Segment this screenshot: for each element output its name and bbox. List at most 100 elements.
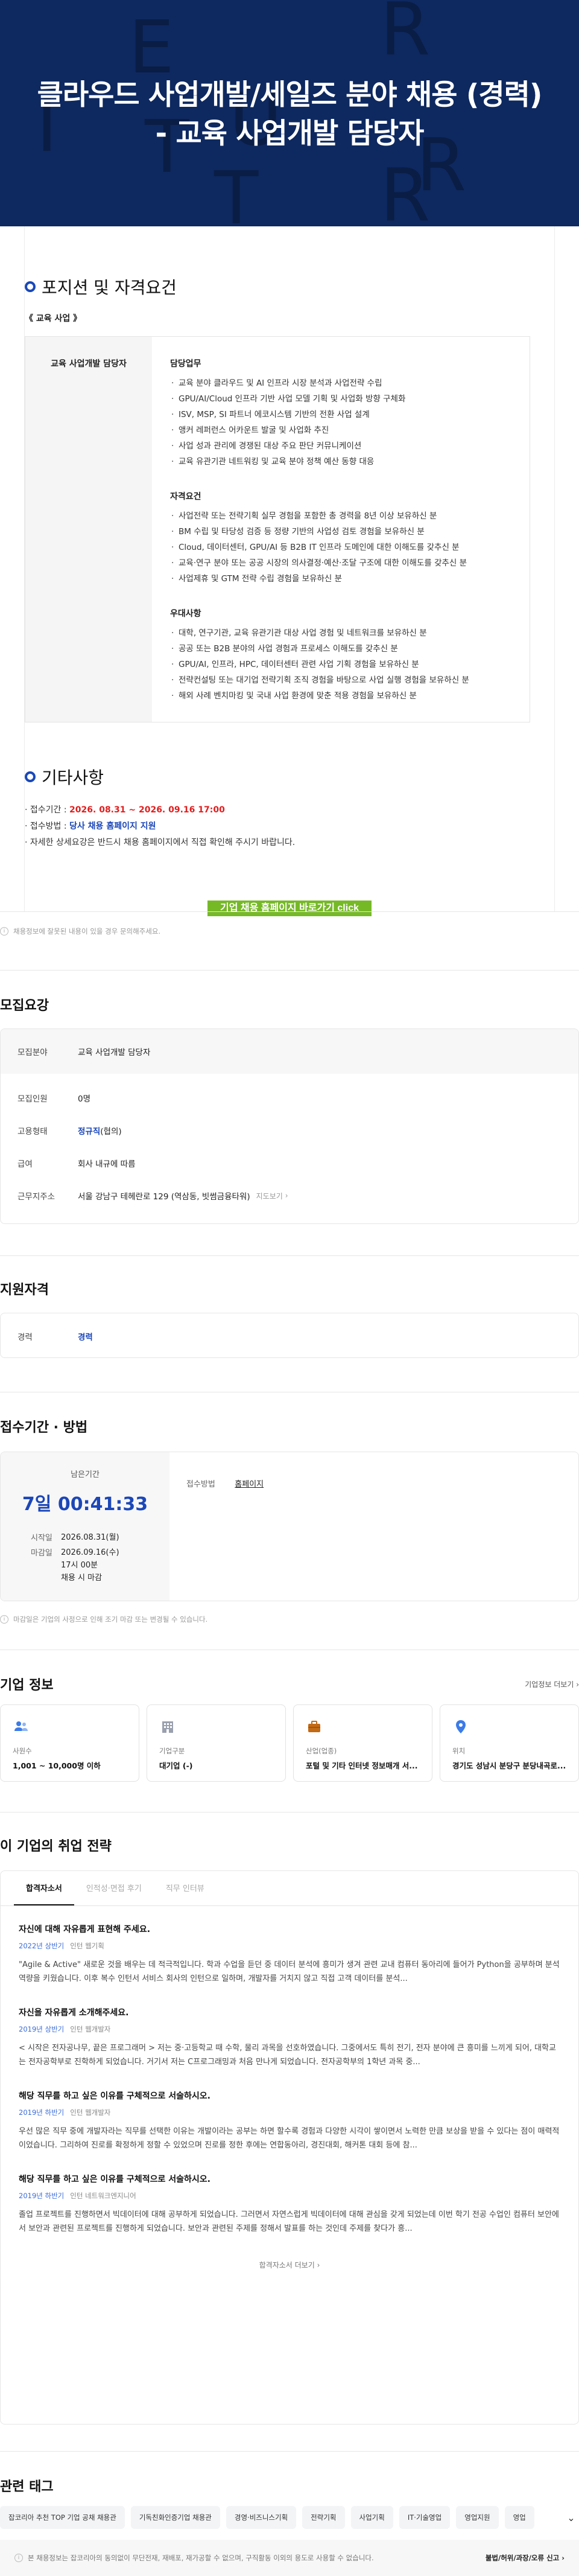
map-link[interactable]: 지도보기 <box>256 1191 283 1201</box>
position-group-label: 《 교육 사업 》 <box>25 314 82 324</box>
info-icon: i <box>0 927 8 936</box>
preferred-group: 우대사항 대학, 연구기관, 교육 유관기관 대상 사업 경험 및 네트워크를 … <box>170 607 511 704</box>
tab-interview[interactable]: 인적성·면접 후기 <box>74 1871 154 1905</box>
strategy-more-link[interactable]: 합격자소서 더보기 › <box>1 2260 578 2270</box>
start-date-row: 시작일 2026.08.31(월) <box>31 1533 119 1543</box>
bullet-ring-icon <box>25 281 36 292</box>
info-icon: i <box>0 1615 8 1624</box>
hero-letter: R <box>380 0 431 72</box>
report-notice: i 채용정보에 잘못된 내용이 있을 경우 문의해주세요. <box>0 912 579 954</box>
briefcase-icon <box>308 1721 320 1732</box>
qualification-group: 자격요건 사업전략 또는 전략기획 실무 경험을 포함한 총 경력을 8년 이상… <box>170 490 511 587</box>
method-value: 당사 채용 홈페이지 지원 <box>69 821 156 831</box>
tag[interactable]: 기독친화인증기업 채용관 <box>130 2506 220 2529</box>
list-item: GPU/AI, 인프라, HPC, 데이터센터 관련 사업 기획 경험을 보유하… <box>170 657 511 672</box>
group-title: 자격요건 <box>170 492 201 502</box>
recruit-title: 모집요강 <box>0 998 49 1013</box>
company-card: 산업(업종) 포털 및 기타 인터넷 정보매개 서... <box>293 1704 432 1782</box>
tags-title: 관련 태그 <box>0 2479 54 2495</box>
recruit-table: 모집분야 교육 사업개발 담당자 모집인원 0명 고용형태 정규직 (협의) 급여… <box>0 1028 579 1224</box>
company-card: 위치 경기도 성남시 분당구 분당내곡로... <box>440 1704 579 1782</box>
group-title: 담당업무 <box>170 359 201 369</box>
strategy-title: 이 기업의 취업 전략 <box>0 1839 112 1854</box>
recruit-row: 근무지주소 서울 강남구 테헤란로 129 (역삼동, 빗썸금융타워) 지도보기… <box>17 1191 288 1202</box>
list-item[interactable]: 해당 직무를 하고 싶은 이유를 구체적으로 서술하시오. 2019년 하반기 인… <box>1 2173 578 2236</box>
duty-group: 담당업무 교육 분야 클라우드 및 AI 인프라 시장 분석과 사업전략 수립 … <box>170 357 511 470</box>
report-link[interactable]: 불법/허위/과장/오류 신고 › <box>486 2553 565 2563</box>
deadline-title: 접수기간 · 방법 <box>0 1420 88 1435</box>
tag[interactable]: 영업지원 <box>456 2506 499 2529</box>
job-table: 교육 사업개발 담당자 담당업무 교육 분야 클라우드 및 AI 인프라 시장 … <box>25 336 530 722</box>
tag[interactable]: 전략기획 <box>302 2506 345 2529</box>
remain-countdown: 7일 00:41:33 <box>22 1494 148 1515</box>
period-line: · 접수기간 : 2026. 08.31 ~ 2026. 09.16 17:00 <box>25 805 225 815</box>
strategy-tabs: 합격자소서 인적성·면접 후기 직무 인터뷰 <box>1 1871 578 1906</box>
list-item: 해외 사례 벤치마킹 및 국내 사업 환경에 맞춘 적용 경험을 보유하신 분 <box>170 688 511 704</box>
role-details: 담당업무 교육 분야 클라우드 및 AI 인프라 시장 분석과 사업전략 수립 … <box>152 337 530 722</box>
list-item: 교육·연구 분야 또는 공공 시장의 의사결정·예산·조달 구조에 대한 이해도… <box>170 555 511 571</box>
apply-homepage-button[interactable]: 기업 채용 홈페이지 바로가기 click <box>207 901 372 916</box>
company-title: 기업 정보 <box>0 1678 54 1693</box>
company-more-link[interactable]: 기업정보 더보기 › <box>525 1679 579 1689</box>
company-card: 기업구분 대기업 (-) <box>147 1704 286 1782</box>
hero-letter: R <box>380 154 431 227</box>
strategy-box: 합격자소서 인적성·면접 후기 직무 인터뷰 자신에 대해 자유롭게 표현해 주… <box>0 1870 579 2425</box>
deadline-box: 남은기간 7일 00:41:33 시작일 2026.08.31(월) 마감일 2… <box>0 1452 579 1601</box>
copyright-notice: 본 채용정보는 잡코리아의 동의없이 무단전재, 재배포, 재가공할 수 없으며… <box>28 2554 374 2562</box>
hero-title-line2: - 교육 사업개발 담당자 <box>155 117 425 150</box>
list-item: Cloud, 데이터센터, GPU/AI 등 B2B IT 인프라 도메인에 대… <box>170 540 511 555</box>
method-line: · 접수방법 : 당사 채용 홈페이지 지원 <box>25 821 156 831</box>
hero-title: 클라우드 사업개발/세일즈 분야 채용 (경력) - 교육 사업개발 담당자 <box>0 76 579 153</box>
end-date-row: 마감일 2026.09.16(수) 17시 00분 채용 시 마감 <box>31 1548 119 1583</box>
hero-letter: T <box>214 157 259 227</box>
group-title: 우대사항 <box>170 609 201 619</box>
chevron-down-icon[interactable]: ⌄ <box>563 2512 579 2523</box>
detail-content: 포지션 및 자격요건 《 교육 사업 》 교육 사업개발 담당자 담당업무 교육… <box>24 226 555 916</box>
info-icon: i <box>14 2554 23 2562</box>
career-value: 경력 <box>78 1332 93 1342</box>
list-item: ISV, MSP, SI 파트너 에코시스템 기반의 전환 사업 설계 <box>170 407 511 422</box>
list-item: 대학, 연구기관, 교육 유관기관 대상 사업 경험 및 네트워크를 보유하신 … <box>170 625 511 641</box>
hero-banner: E R I T U R T R 클라우드 사업개발/세일즈 분야 채용 (경력)… <box>0 0 579 226</box>
people-icon <box>14 1721 28 1731</box>
qualification-table: 경력 경력 <box>0 1313 579 1358</box>
period-value: 2026. 08.31 ~ 2026. 09.16 17:00 <box>69 805 225 815</box>
list-item: 교육 분야 클라우드 및 AI 인프라 시장 분석과 사업전략 수립 <box>170 375 511 391</box>
tag[interactable]: 경영·비즈니스기획 <box>226 2506 297 2529</box>
company-cards: 사원수 1,001 ~ 10,000명 이하 기업구분 대기업 (-) 산업(업… <box>0 1704 579 1782</box>
list-item: 전략컨설팅 또는 대기업 전략기획 조직 경험을 바탕으로 사업 실행 경험을 … <box>170 672 511 688</box>
bullet-ring-icon <box>25 771 36 782</box>
deadline-notice: i 마감일은 기업의 사정으로 인해 조기 마감 또는 변경될 수 있습니다. <box>0 1615 579 1624</box>
position-section-title: 포지션 및 자격요건 <box>25 275 554 299</box>
hero-letter: E <box>128 6 174 90</box>
list-item[interactable]: 자신에 대해 자유롭게 표현해 주세요. 2022년 상반기 인턴 웹기획 "Ag… <box>1 1923 578 1986</box>
company-card: 사원수 1,001 ~ 10,000명 이하 <box>0 1704 139 1782</box>
list-item: 교육 유관기관 네트워킹 및 교육 분야 정책 예산 동향 대응 <box>170 454 511 470</box>
recruit-row: 급여 회사 내규에 따름 <box>17 1159 136 1169</box>
location-icon <box>456 1720 466 1733</box>
list-item: 사업제휴 및 GTM 전략 수립 경험을 보유하신 분 <box>170 571 511 587</box>
hero-title-line1: 클라우드 사업개발/세일즈 분야 채용 (경력) <box>37 78 543 112</box>
tab-cover-letter[interactable]: 합격자소서 <box>14 1871 74 1905</box>
remain-label: 남은기간 <box>71 1470 100 1479</box>
recruit-row: 모집분야 교육 사업개발 담당자 <box>1 1029 578 1074</box>
recruit-row: 고용형태 정규직 (협의) <box>1 1118 578 1143</box>
building-icon <box>162 1721 173 1733</box>
homepage-link[interactable]: 홈페이지 <box>235 1480 264 1489</box>
tag[interactable]: 사업기획 <box>350 2506 393 2529</box>
qualification-title: 지원자격 <box>0 1283 49 1298</box>
list-item[interactable]: 자신을 자유롭게 소개해주세요. 2019년 상반기 인턴 웹개발자 < 시작은 … <box>1 2006 578 2069</box>
list-item: 사업전략 또는 전략기획 실무 경험을 포함한 총 경력을 8년 이상 보유하신… <box>170 508 511 524</box>
list-item: 공공 또는 B2B 분야의 사업 경험과 프로세스 이해도를 갖추신 분 <box>170 641 511 657</box>
etc-section-title: 기타사항 <box>25 765 554 789</box>
list-item: BM 수립 및 타당성 검증 등 정량 기반의 사업성 검토 경험을 보유하신 … <box>170 524 511 540</box>
list-item[interactable]: 해당 직무를 하고 싶은 이유를 구체적으로 서술하시오. 2019년 하반기 인… <box>1 2090 578 2152</box>
tab-job-interview[interactable]: 직무 인터뷰 <box>154 1871 217 1905</box>
employment-type: 정규직 <box>78 1127 101 1137</box>
tag[interactable]: 잡코리아 추천 TOP 기업 공채 채용관 <box>0 2506 125 2529</box>
list-item: 앵커 레퍼런스 어카운트 발굴 및 사업화 추진 <box>170 422 511 438</box>
chevron-right-icon: › <box>285 1191 288 1200</box>
method-label: 접수방법 <box>186 1480 215 1489</box>
tag[interactable]: 영업 <box>504 2506 534 2529</box>
tag[interactable]: IT·기술영업 <box>399 2506 451 2529</box>
